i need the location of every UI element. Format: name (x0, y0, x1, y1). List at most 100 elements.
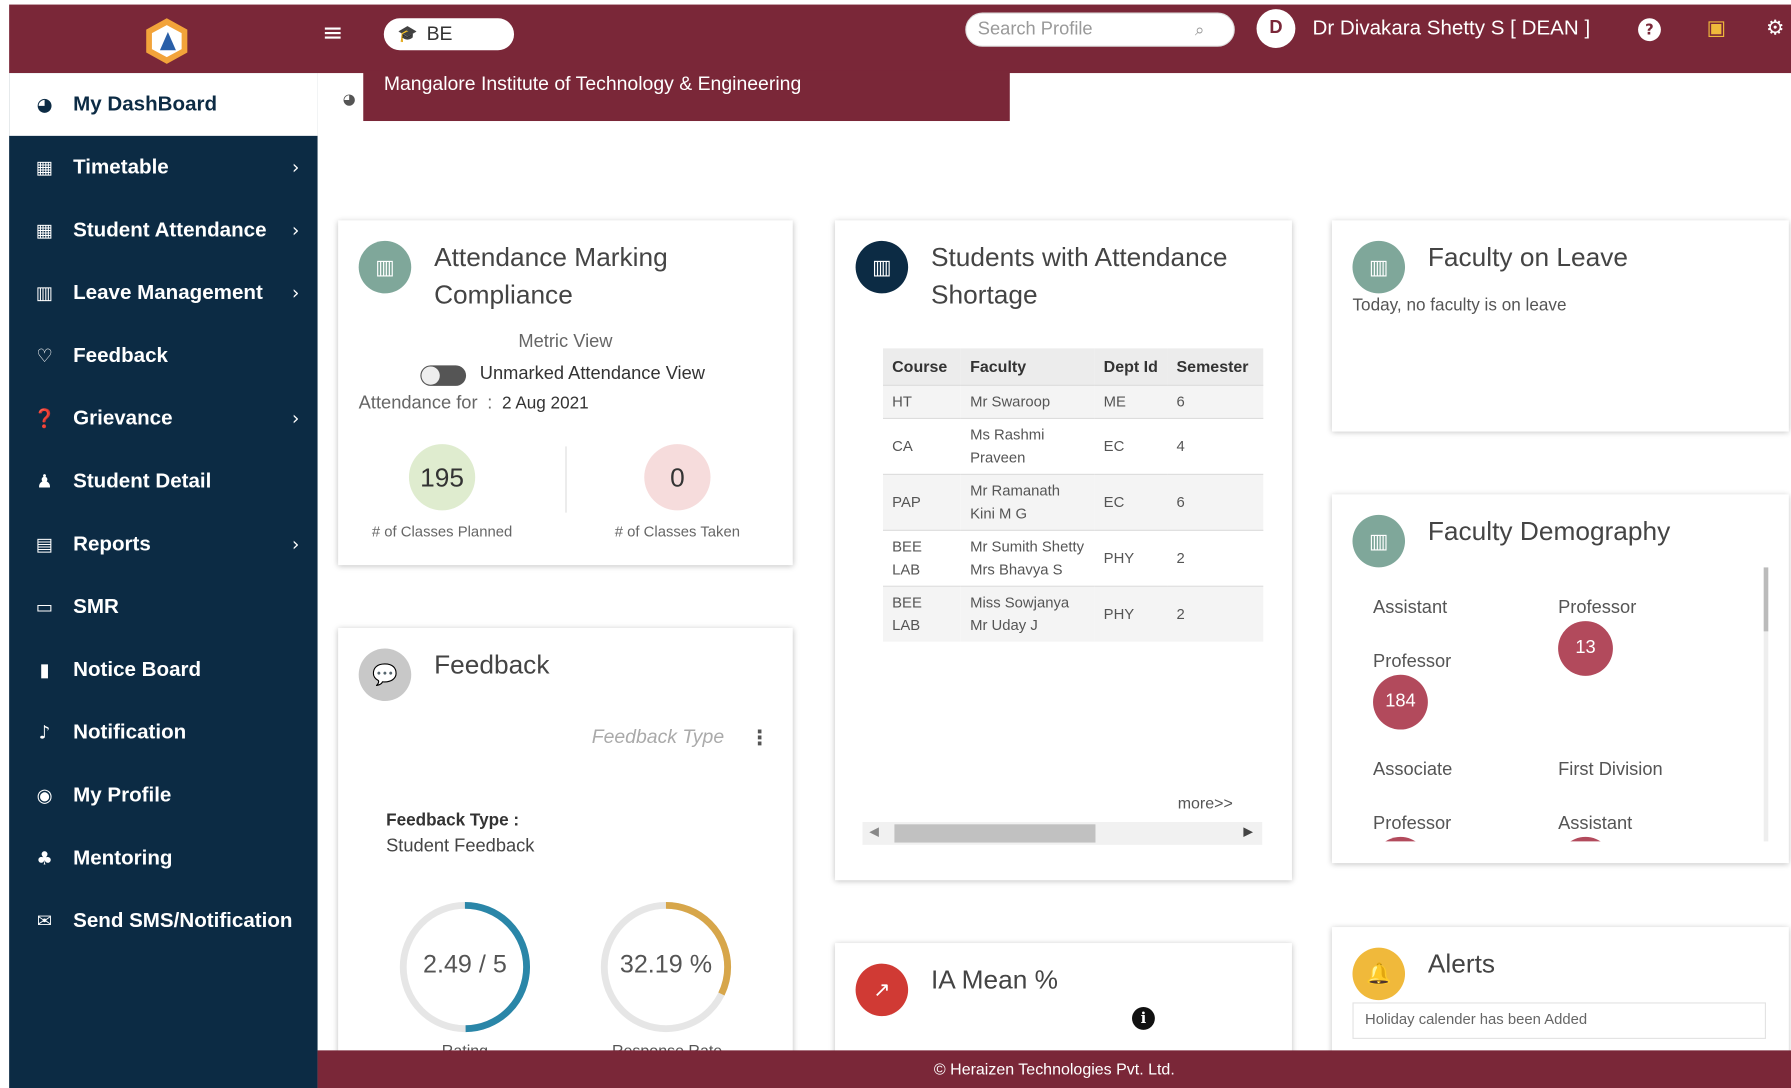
hamburger-icon[interactable]: ≡ (322, 20, 343, 48)
institution-select[interactable]: 🎓 BE (383, 18, 515, 51)
sidebar-item-mentoring[interactable]: ♣ Mentoring (9, 827, 317, 890)
feedback-type-select[interactable]: Feedback Type (592, 726, 724, 749)
avatar[interactable]: D (1256, 9, 1296, 48)
sidebar-item-my-profile[interactable]: ◉ My Profile (9, 764, 317, 827)
sidebar-item-notice-board[interactable]: ▮ Notice Board (9, 638, 317, 701)
table-cell: 2 (1167, 529, 1264, 587)
table-row[interactable]: BEE LAB Miss Sowjanya Mr Uday J PHY 2 (882, 585, 1264, 642)
search-box: ⌕ (965, 12, 1235, 47)
sidebar-item-label: Student Detail (73, 469, 212, 493)
table-cell: 4 (1167, 417, 1264, 475)
attendance-date-label: Attendance for (358, 393, 478, 414)
demography-item: Assistant Professor (1373, 581, 1521, 688)
classes-taken-count: 0 (644, 444, 711, 511)
table-row[interactable]: PAP Mr Ramanath Kini M G EC 6 (882, 473, 1264, 531)
card-title: Faculty on Leave (1427, 242, 1628, 272)
file-icon: ▮ (39, 658, 50, 681)
card-title: Alerts (1427, 948, 1496, 979)
sidebar-item-student-attendance[interactable]: ▦ Student Attendance › (9, 199, 317, 262)
report-icon: ▤ (35, 533, 54, 555)
sidebar-item-label: Feedback (73, 343, 168, 367)
sidebar-item-reports[interactable]: ▤ Reports › (9, 513, 317, 576)
sidebar-item-my-dashboard[interactable]: ◕ My DashBoard (9, 73, 318, 136)
chevron-right-icon: › (291, 281, 300, 304)
alert-text: Holiday calender has been Added (1365, 1010, 1588, 1028)
chevron-right-icon: › (291, 533, 300, 555)
sidebar-item-label: Send SMS/Notification (73, 908, 293, 932)
footer: © Heraizen Technologies Pvt. Ltd. (317, 1050, 1791, 1088)
card-title: Feedback (434, 649, 550, 680)
question-icon: ❓ (33, 407, 56, 430)
calendar-icon: ▦ (35, 219, 54, 241)
table-cell: 2 (1167, 585, 1264, 642)
feedback-type-value: Student Feedback (386, 836, 535, 857)
sidebar-item-student-detail[interactable]: ♟ Student Detail (9, 450, 317, 513)
more-link[interactable]: more>> (1178, 793, 1233, 811)
user-icon: ♟ (36, 470, 53, 493)
table-row[interactable]: HT Mr Swaroop ME 6 (882, 384, 1264, 419)
sidebar-item-leave-management[interactable]: ▥ Leave Management › (9, 261, 317, 324)
users-icon: ♣ (36, 847, 53, 869)
table-row[interactable]: CA Ms Rashmi Praveen EC 4 (882, 417, 1264, 475)
user-name[interactable]: Dr Divakara Shetty S [ DEAN ] (1313, 16, 1591, 40)
table-row[interactable]: BEE LAB Mr Sumith Shetty Mrs Bhavya S PHY 2 (882, 529, 1264, 587)
app-logo[interactable] (142, 16, 192, 66)
more-options-icon[interactable]: ⋮ (749, 726, 770, 750)
settings-gear-icon[interactable]: ⚙ (1766, 16, 1784, 40)
sidebar-item-grievance[interactable]: ❓ Grievance › (9, 387, 317, 450)
attendance-date-separator: : (487, 393, 493, 414)
column-header: Semester (1167, 348, 1264, 386)
scrollbar-thumb[interactable] (894, 824, 1096, 843)
sidebar-item-smr[interactable]: ▭ SMR (9, 575, 317, 638)
table-header-row: Course Faculty Dept Id Semester (882, 348, 1264, 386)
sidebar-item-notification[interactable]: ♪ Notification (9, 701, 317, 764)
dashboard-icon: ◕ (36, 93, 53, 116)
table-cell: CA (882, 417, 961, 475)
sidebar-item-label: Reports (73, 532, 151, 555)
notice-board-icon[interactable]: ▣ (1707, 16, 1726, 40)
classes-planned-label: # of Classes Planned (371, 522, 513, 541)
horizontal-scrollbar[interactable]: ◀ ▶ (862, 822, 1263, 845)
shortage-table: Course Faculty Dept Id Semester HT Mr Swaroo… (882, 348, 1264, 642)
sidebar-item-send-sms-notification[interactable]: ✉ Send SMS/Notification (9, 889, 317, 952)
chat-icon: ✉ (36, 909, 53, 932)
card-title: Students with Attendance Shortage (930, 242, 1228, 310)
demography-label: First Division Assistant (1558, 760, 1663, 834)
response-rate-value: 32.19 % (619, 949, 713, 979)
vertical-scrollbar[interactable] (1763, 567, 1769, 842)
info-icon[interactable]: i (1132, 1006, 1155, 1030)
chevron-right-icon: › (291, 156, 300, 179)
table-cell: EC (1094, 473, 1168, 531)
unmarked-view-toggle[interactable] (420, 365, 467, 386)
demography-item: Associate Professor (1373, 743, 1521, 841)
institution-banner: Mangalore Institute of Technology & Engi… (363, 70, 1010, 122)
column-header: Course (882, 348, 961, 386)
sidebar-item-timetable[interactable]: ▦ Timetable › (9, 136, 317, 199)
feedback-type-label: Feedback Type : (386, 810, 520, 831)
scroll-left-icon[interactable]: ◀ (869, 824, 879, 839)
thumbs-up-icon: ♡ (36, 344, 53, 367)
table-cell: PAP (882, 473, 961, 531)
search-input[interactable] (977, 19, 1195, 40)
classes-taken-label: # of Classes Taken (614, 522, 740, 541)
id-card-icon: ▭ (35, 595, 54, 618)
scrollbar-thumb[interactable] (1763, 567, 1769, 632)
calendar-icon: ▦ (35, 156, 54, 179)
table-cell: HT (882, 384, 961, 419)
scroll-right-icon[interactable]: ▶ (1243, 824, 1253, 839)
help-icon[interactable]: ? (1638, 18, 1661, 42)
search-icon[interactable]: ⌕ (1195, 19, 1205, 40)
demography-item: First Division Assistant (1558, 743, 1706, 841)
sidebar: ◕ My DashBoard ▦ Timetable › ▦ Student Attenda… (9, 73, 318, 1088)
chevron-right-icon: › (291, 407, 300, 430)
chevron-right-icon: › (291, 219, 300, 241)
alert-item[interactable]: Holiday calender has been Added (1352, 1002, 1766, 1039)
bar-chart-icon: ▥ (855, 240, 909, 294)
rating-value: 2.49 / 5 (422, 949, 507, 979)
table-cell: Ms Rashmi Praveen (960, 417, 1095, 475)
faculty-demography-card: ▥ Faculty Demography Assistant Professor… (1331, 494, 1789, 864)
breadcrumb-dashboard-icon[interactable]: ◕ (343, 91, 356, 108)
sidebar-item-feedback[interactable]: ♡ Feedback (9, 324, 317, 387)
table-cell: Mr Swaroop (960, 384, 1095, 419)
bell-icon: 🔔 (1352, 947, 1406, 1001)
